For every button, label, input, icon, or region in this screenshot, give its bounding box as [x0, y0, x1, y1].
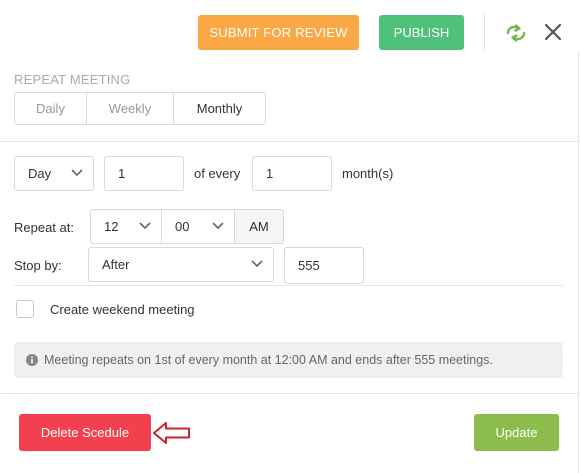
chevron-down-icon: [71, 169, 83, 177]
chevron-down-icon: [139, 222, 151, 230]
interval-input[interactable]: 1: [252, 156, 332, 191]
repeat-at-label: Repeat at:: [14, 220, 74, 235]
stop-by-label: Stop by:: [14, 258, 62, 273]
day-input-value: 1: [118, 166, 126, 181]
toolbar-divider: [484, 14, 485, 50]
minute-select-value: 00: [175, 219, 190, 234]
stop-mode-value: After: [102, 257, 130, 272]
weekend-checkbox[interactable]: [16, 300, 34, 318]
annotation-arrow-icon: [153, 422, 190, 444]
hour-select[interactable]: 12: [90, 209, 162, 244]
stop-mode-select[interactable]: After: [88, 247, 274, 282]
ampm-value: AM: [249, 219, 269, 234]
info-text: Meeting repeats on 1st of every month at…: [44, 353, 493, 367]
unit-select[interactable]: Day: [14, 156, 94, 191]
weekend-label: Create weekend meeting: [50, 302, 195, 317]
repeat-meeting-heading: REPEAT MEETING: [14, 72, 131, 87]
interval-input-value: 1: [266, 166, 274, 181]
divider: [0, 141, 579, 142]
info-banner: Meeting repeats on 1st of every month at…: [14, 342, 563, 378]
ampm-toggle[interactable]: AM: [234, 209, 284, 244]
close-icon[interactable]: [543, 22, 563, 42]
stop-count-value: 555: [298, 258, 320, 273]
info-icon: [26, 354, 38, 366]
update-button[interactable]: Update: [474, 414, 559, 451]
sync-icon[interactable]: [505, 22, 527, 44]
tab-monthly[interactable]: Monthly: [173, 92, 266, 125]
interval-unit-label: month(s): [342, 166, 394, 181]
unit-select-value: Day: [28, 166, 52, 181]
of-every-label: of every: [194, 166, 241, 181]
chevron-down-icon: [212, 222, 224, 230]
day-input[interactable]: 1: [104, 156, 184, 191]
delete-schedule-button[interactable]: Delete Scedule: [19, 414, 151, 451]
minute-select[interactable]: 00: [161, 209, 235, 244]
hour-select-value: 12: [104, 219, 119, 234]
chevron-down-icon: [251, 260, 263, 268]
divider: [0, 393, 579, 394]
publish-button[interactable]: PUBLISH: [379, 15, 464, 50]
divider: [14, 285, 563, 286]
submit-for-review-button[interactable]: SUBMIT FOR REVIEW: [198, 15, 359, 50]
top-toolbar: SUBMIT FOR REVIEW PUBLISH: [0, 0, 580, 52]
tab-weekly[interactable]: Weekly: [86, 92, 174, 125]
stop-count-input[interactable]: 555: [284, 247, 364, 284]
tab-daily[interactable]: Daily: [14, 92, 87, 125]
